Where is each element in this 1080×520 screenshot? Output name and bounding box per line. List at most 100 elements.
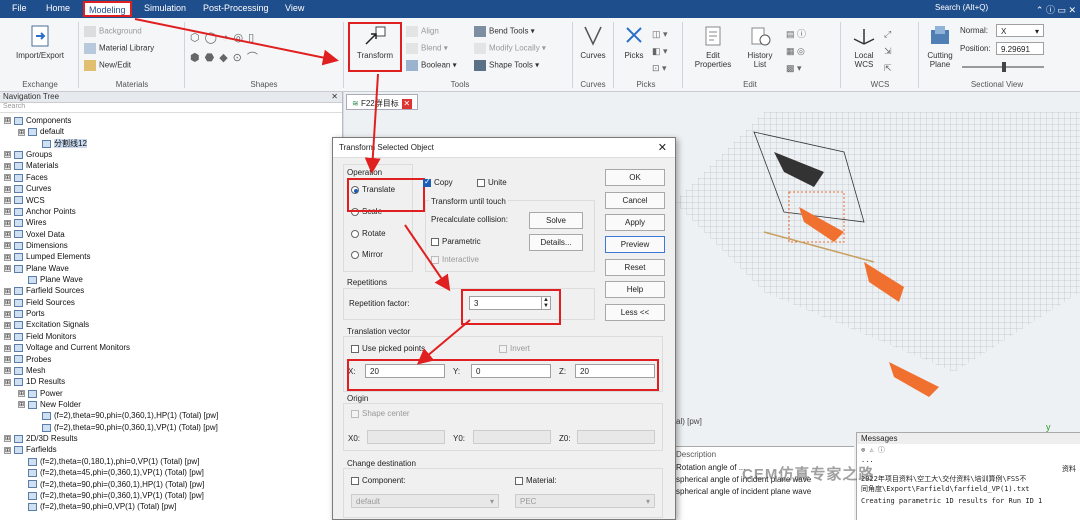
tree-item[interactable]: Plane Wave <box>18 274 83 285</box>
ok-button[interactable]: OK <box>605 169 665 186</box>
tree-item[interactable]: ⊞ Farfields <box>4 444 57 455</box>
wcs-small-tools[interactable]: ⤢ ⇲ ⇱ <box>884 26 892 77</box>
tree-item[interactable]: ⊞ Probes <box>4 354 51 365</box>
tree-item[interactable]: (f=2),theta=(0,180,1),phi=0,VP(1) (Total… <box>18 456 199 467</box>
cancel-button[interactable]: Cancel <box>605 192 665 209</box>
tree-item[interactable]: ⊞ Wires <box>4 217 46 228</box>
material-library-button[interactable]: Material Library <box>84 43 154 54</box>
menu-modeling[interactable]: Modeling <box>83 1 132 17</box>
tree-item[interactable]: ⊞ Mesh <box>4 365 46 376</box>
expand-icon[interactable]: ⊞ <box>4 242 11 250</box>
expand-icon[interactable]: ⊞ <box>4 162 11 170</box>
y0-input[interactable] <box>473 430 551 444</box>
tree-item[interactable]: ⊞ Groups <box>4 149 52 160</box>
copy-checkbox[interactable]: Copy <box>423 177 453 187</box>
cutting-plane-button[interactable]: Cutting Plane <box>922 24 958 69</box>
expand-icon[interactable]: ⊞ <box>4 321 11 329</box>
expand-icon[interactable]: ⊞ <box>4 446 11 454</box>
info-icon[interactable]: ⓘ <box>878 446 885 454</box>
solve-button[interactable]: Solve <box>529 212 583 229</box>
tree-item[interactable]: ⊞ WCS <box>4 195 45 206</box>
tree-item[interactable]: ⊞ Materials <box>4 160 58 171</box>
unite-checkbox[interactable]: Unite <box>477 178 507 187</box>
help-button[interactable]: Help <box>605 281 665 298</box>
expand-icon[interactable]: ⊞ <box>4 287 11 295</box>
tree-item[interactable]: (f=2),theta=90,phi=(0,360,1),HP(1) (Tota… <box>18 479 204 490</box>
tree-item[interactable]: (f=2),theta=45,phi=(0,360,1),VP(1) (Tota… <box>18 467 204 478</box>
curves-button[interactable]: Curves <box>576 24 610 60</box>
expand-icon[interactable]: ⊞ <box>4 117 11 125</box>
normal-select[interactable]: X ▾ <box>996 24 1044 37</box>
tree-item[interactable]: ⊞ Field Monitors <box>4 331 76 342</box>
close-icon[interactable]: ✕ <box>331 92 338 101</box>
less-button[interactable]: Less << <box>605 304 665 321</box>
expand-icon[interactable]: ⊞ <box>4 378 11 386</box>
tree-item[interactable]: ⊞ Faces <box>4 172 48 183</box>
tree-item[interactable]: ⊞ 1D Results <box>4 376 65 387</box>
menu-file[interactable]: File <box>12 3 27 13</box>
expand-icon[interactable]: ⊞ <box>4 230 11 238</box>
x0-input[interactable] <box>367 430 445 444</box>
menu-simulation[interactable]: Simulation <box>144 3 186 13</box>
expand-icon[interactable]: ⊞ <box>4 253 11 261</box>
reset-button[interactable]: Reset <box>605 259 665 276</box>
blend-button[interactable]: Blend ▾ <box>406 43 448 54</box>
rotate-radio[interactable]: Rotate <box>351 229 386 238</box>
expand-icon[interactable]: ⊞ <box>4 185 11 193</box>
shape-tools-button[interactable]: Shape Tools ▾ <box>474 60 539 71</box>
position-input[interactable]: 9.29691 <box>996 42 1044 55</box>
new-edit-button[interactable]: New/Edit <box>84 60 131 71</box>
bend-tools-button[interactable]: Bend Tools ▾ <box>474 26 535 37</box>
dialog-close-icon[interactable]: ✕ <box>658 141 667 154</box>
tree-item[interactable]: ⊞ Curves <box>4 183 51 194</box>
clear-icon[interactable]: ⊗ <box>861 446 865 454</box>
expand-icon[interactable]: ⊞ <box>4 435 11 443</box>
tree-item[interactable]: 分割线12 <box>32 138 87 149</box>
interactive-checkbox[interactable]: Interactive <box>431 255 479 264</box>
window-controls[interactable]: ⌃ ⓘ ▭ ✕ <box>1036 3 1076 16</box>
expand-icon[interactable]: ⊞ <box>4 208 11 216</box>
expand-icon[interactable]: ⊞ <box>4 355 11 363</box>
apply-button[interactable]: Apply <box>605 214 665 231</box>
tree-item[interactable]: (f=2),theta=90,phi=(0,360,1),VP(1) (Tota… <box>18 490 204 501</box>
local-wcs-button[interactable]: Local WCS <box>848 24 880 69</box>
tree-item[interactable]: ⊞ Voltage and Current Monitors <box>4 342 130 353</box>
expand-icon[interactable]: ⊞ <box>4 196 11 204</box>
tree-item[interactable]: ⊞ Components <box>4 115 71 126</box>
tree-item[interactable]: ⊞ Anchor Points <box>4 206 76 217</box>
expand-icon[interactable]: ⊞ <box>4 151 11 159</box>
expand-icon[interactable]: ⊞ <box>4 367 11 375</box>
mirror-radio[interactable]: Mirror <box>351 250 383 259</box>
tab-f22[interactable]: ≋ F22群目标 ✕ <box>346 94 418 110</box>
menu-post-processing[interactable]: Post-Processing <box>203 3 269 13</box>
menu-view[interactable]: View <box>285 3 304 13</box>
shape-center-checkbox[interactable]: Shape center <box>351 409 410 418</box>
boolean-button[interactable]: Boolean ▾ <box>406 60 457 71</box>
tree-item[interactable]: ⊞ Voxel Data <box>4 229 65 240</box>
tree-item[interactable]: ⊞ New Folder <box>18 399 81 410</box>
param-row-0[interactable]: Rotation angle of ... <box>676 463 745 472</box>
expand-icon[interactable]: ⊞ <box>4 310 11 318</box>
parametric-checkbox[interactable]: Parametric <box>431 237 481 246</box>
tree-item[interactable]: (f=2),theta=90,phi=(0,360,1),HP(1) (Tota… <box>32 410 218 421</box>
tree-item[interactable]: ⊞ Farfield Sources <box>4 285 84 296</box>
tree-item[interactable]: (f=2),theta=90,phi=(0,360,1),VP(1) (Tota… <box>32 422 218 433</box>
expand-icon[interactable]: ⊞ <box>4 299 11 307</box>
slider-thumb[interactable] <box>1002 62 1006 72</box>
picks-button[interactable]: Picks <box>618 24 650 60</box>
component-checkbox[interactable]: Component: <box>351 476 406 485</box>
tree-item[interactable]: ⊞ Ports <box>4 308 45 319</box>
tree-item[interactable]: ⊞ Power <box>18 388 63 399</box>
tree-item[interactable]: ⊞ Field Sources <box>4 297 75 308</box>
warning-icon[interactable]: ⚠ <box>869 446 873 454</box>
align-button[interactable]: Align <box>406 26 439 37</box>
import-export-button[interactable]: Import/Export <box>8 24 72 60</box>
tree-item[interactable]: (f=2),theta=90,phi=0,VP(1) (Total) [pw] <box>18 501 176 512</box>
tree-item[interactable]: ⊞ Lumped Elements <box>4 251 90 262</box>
background-button[interactable]: Background <box>84 26 142 37</box>
menu-home[interactable]: Home <box>46 3 70 13</box>
expand-icon[interactable]: ⊞ <box>4 344 11 352</box>
shapes-gallery[interactable]: ⬡◯◔◎▯ ⬢⬣◆⊙⌒ <box>190 28 338 78</box>
tree-item[interactable]: ⊞ Excitation Signals <box>4 319 89 330</box>
tab-close-icon[interactable]: ✕ <box>401 99 412 109</box>
